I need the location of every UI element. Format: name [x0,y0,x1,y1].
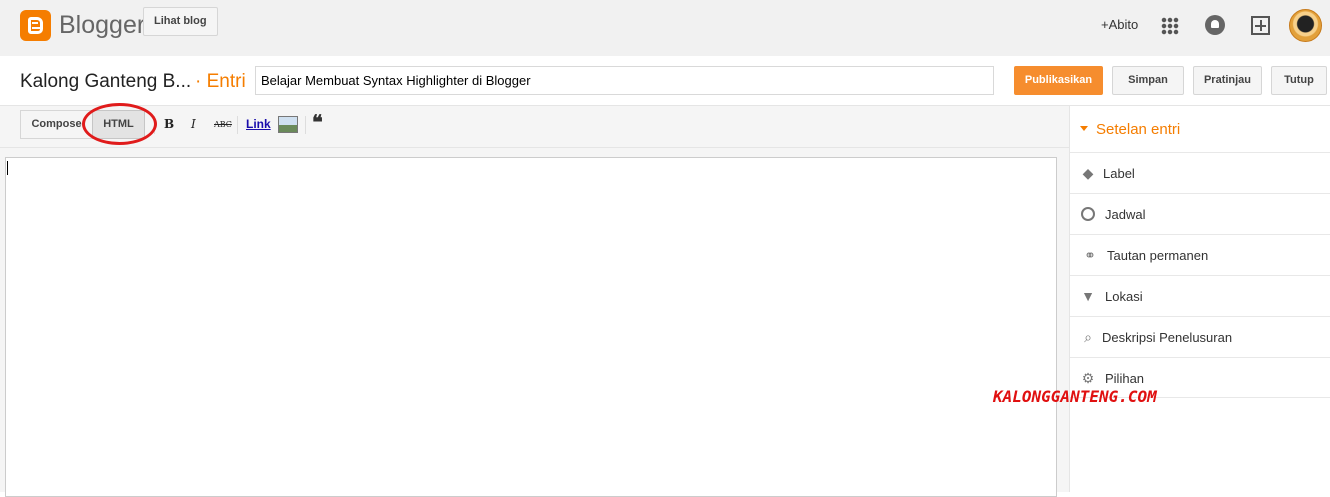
publish-button[interactable]: Publikasikan [1014,66,1103,95]
post-settings-heading-label: Setelan entri [1096,121,1181,138]
toolbar-divider [305,116,306,134]
sidebar-item-text: Deskripsi Penelusuran [1102,330,1233,345]
view-blog-button[interactable]: Lihat blog [143,7,218,36]
close-button[interactable]: Tutup [1271,66,1327,95]
sidebar-item-permalink[interactable]: ⚭ Tautan permanen [1070,234,1330,275]
user-profile-link[interactable]: +Abito [1101,17,1138,32]
sidebar-item-location[interactable]: ▼ Lokasi [1070,275,1330,316]
pin-icon: ▼ [1081,288,1095,304]
post-title-bar: Kalong Ganteng B... · Entri Publikasikan… [0,56,1330,106]
preview-button[interactable]: Pratinjau [1193,66,1262,95]
sidebar-item-text: Lokasi [1105,289,1143,304]
post-title-input[interactable] [255,66,994,95]
insert-image-icon[interactable] [278,116,298,133]
sidebar-item-text: Pilihan [1105,371,1145,386]
html-editor-textarea[interactable] [5,157,1057,497]
bold-button[interactable]: B [164,117,174,131]
notifications-icon[interactable] [1205,15,1225,35]
sidebar-item-text: Tautan permanen [1107,248,1209,263]
avatar[interactable] [1289,9,1322,42]
sidebar-item-text: Jadwal [1105,207,1146,222]
strikethrough-button[interactable]: ABC [214,120,232,129]
sidebar-item-text: Label [1103,166,1135,181]
sidebar-item-label[interactable]: ◆ Label [1070,152,1330,193]
text-caret [7,161,8,175]
blog-name[interactable]: Kalong Ganteng B... [20,71,191,93]
blogger-logo-icon[interactable] [20,10,51,41]
toolbar-divider [237,116,238,134]
link-button[interactable]: Link [246,117,271,131]
top-bar: Blogger Lihat blog +Abito [0,0,1330,56]
link-icon: ⚭ [1084,247,1096,263]
clock-icon [1081,207,1095,221]
editor-toolbar: Compose HTML B I ABC Link [0,106,1069,148]
watermark-text: KALONGGANTENG.COM [993,387,1157,406]
brand-name[interactable]: Blogger [59,11,145,40]
quote-icon[interactable]: ❝ [312,112,323,132]
post-settings-sidebar: Setelan entri ◆ Label Jadwal ⚭ Tautan pe… [1069,106,1330,492]
gear-icon: ⚙ [1081,370,1095,386]
section-label: · Entri [195,71,246,92]
sidebar-item-schedule[interactable]: Jadwal [1070,193,1330,234]
apps-grid-icon[interactable] [1161,17,1179,35]
search-icon: ⌕ [1084,329,1092,345]
sidebar-item-search-description[interactable]: ⌕ Deskripsi Penelusuran [1070,316,1330,357]
save-button[interactable]: Simpan [1112,66,1184,95]
caret-down-icon [1080,126,1088,131]
share-plus-icon[interactable] [1251,16,1270,35]
tag-icon: ◆ [1082,165,1094,181]
italic-button[interactable]: I [191,117,196,131]
highlight-circle [82,103,157,145]
post-settings-heading[interactable]: Setelan entri [1080,121,1180,138]
